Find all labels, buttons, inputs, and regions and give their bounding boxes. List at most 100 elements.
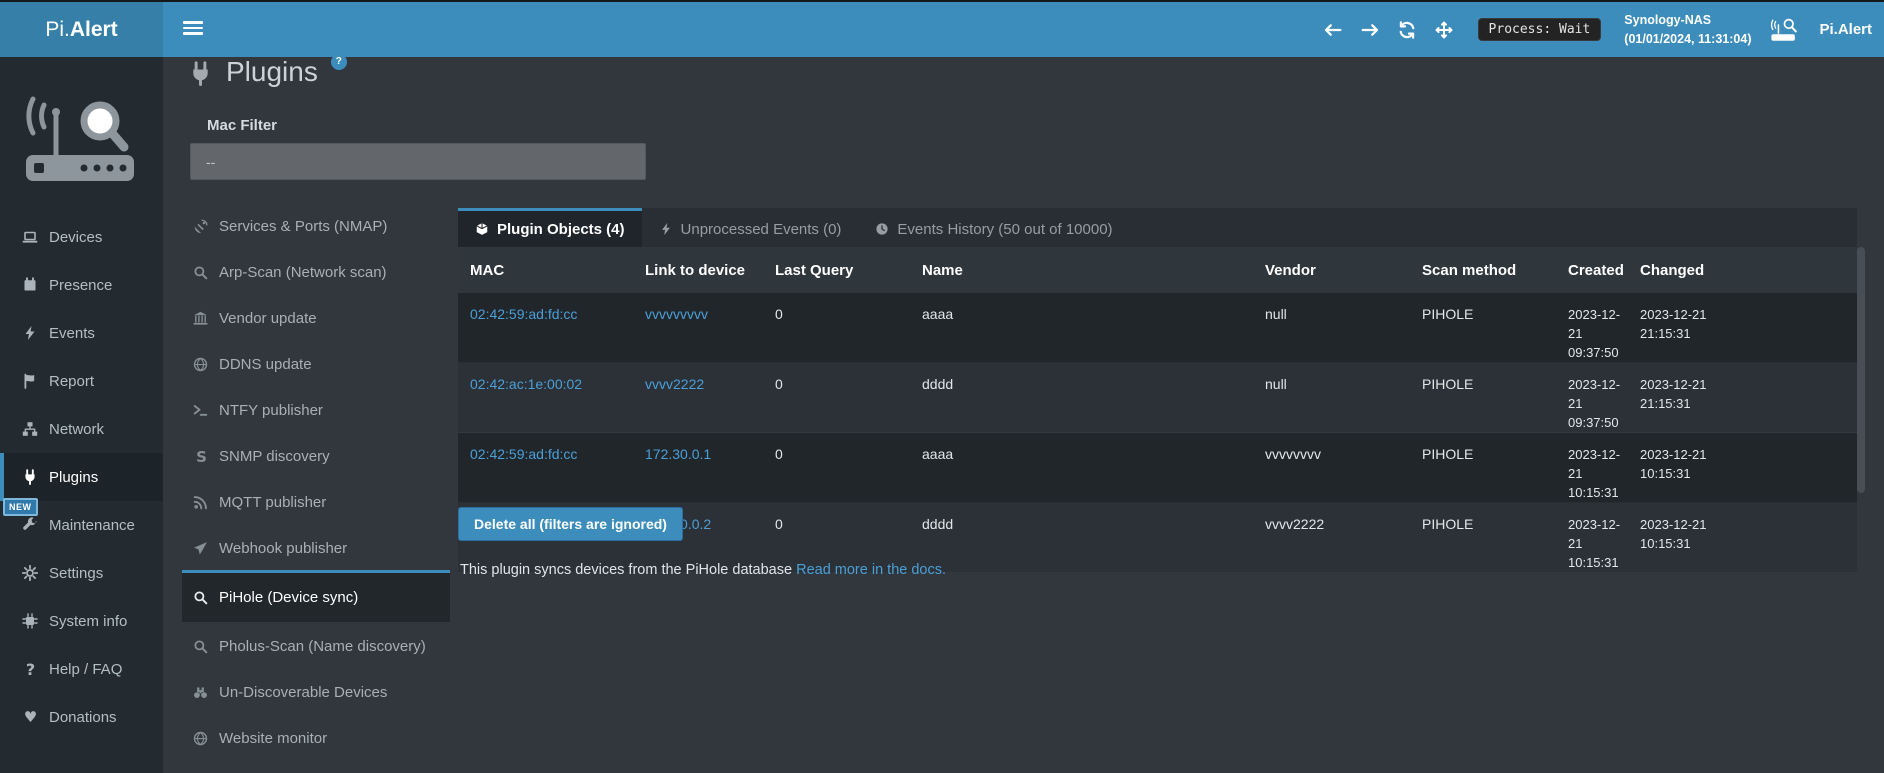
- snmp-icon: S: [193, 448, 210, 466]
- app-logo[interactable]: Pi.Alert: [0, 2, 163, 57]
- chip-icon: [22, 613, 39, 629]
- device-link[interactable]: vvvvvvvvv: [645, 306, 708, 322]
- page-title: Plugins: [226, 56, 318, 88]
- cell-last-query: 0: [763, 433, 910, 503]
- host-name: Synology-NAS: [1624, 11, 1751, 29]
- mac-link[interactable]: 02:42:59:ad:fd:cc: [470, 446, 577, 462]
- arrow-right-icon[interactable]: [1361, 21, 1379, 39]
- plugin-nav-item-ntfy-publisher[interactable]: NTFY publisher: [182, 386, 450, 432]
- move-icon[interactable]: [1435, 21, 1453, 39]
- sidebar-item-presence[interactable]: Presence: [0, 261, 163, 309]
- plugin-nav-item-snmp-discovery[interactable]: SSNMP discovery: [182, 432, 450, 478]
- plug-icon: [188, 61, 213, 86]
- host-info: Synology-NAS (01/01/2024, 11:31:04): [1624, 11, 1751, 47]
- device-link[interactable]: 172.30.0.1: [645, 446, 711, 462]
- sidebar: Devices Presence Events Report Network Plugin…: [0, 57, 163, 773]
- sitemap-icon: [22, 421, 39, 437]
- sidebar-item-label: Settings: [49, 565, 103, 582]
- plug-icon: [22, 469, 39, 485]
- table-header-row: MACLink to deviceLast QueryNameVendorSca…: [458, 247, 1857, 293]
- cell-filler: [1713, 293, 1857, 363]
- delete-all-button[interactable]: Delete all (filters are ignored): [458, 507, 683, 541]
- plugin-nav-item-label: Services & Ports (NMAP): [219, 218, 387, 235]
- hamburger-menu-icon[interactable]: [183, 21, 203, 37]
- sidebar-item-devices[interactable]: Devices: [0, 213, 163, 261]
- router-search-icon: [1770, 17, 1800, 43]
- column-header-vendor: Vendor: [1253, 247, 1410, 293]
- sidebar-item-system-info[interactable]: System info: [0, 597, 163, 645]
- mac-link[interactable]: 02:42:ac:1e:00:02: [470, 376, 582, 392]
- heart-icon: ♥: [22, 708, 39, 726]
- plugin-nav-item-website-monitor[interactable]: Website monitor: [182, 714, 450, 760]
- topbar-nav-icons: [1324, 21, 1453, 39]
- sidebar-item-report[interactable]: Report: [0, 357, 163, 405]
- cell-mac: 02:42:ac:1e:00:02: [458, 363, 633, 433]
- cell-created: 2023-12-21 09:37:50: [1556, 363, 1628, 433]
- sidebar-item-label: Network: [49, 421, 104, 438]
- search-icon: [193, 590, 210, 605]
- cell-mac: 02:42:59:ad:fd:cc: [458, 293, 633, 363]
- cell-link: vvvvvvvvv: [633, 293, 763, 363]
- sidebar-item-label: Events: [49, 325, 95, 342]
- send-icon: [193, 541, 210, 556]
- device-link[interactable]: vvvv2222: [645, 376, 704, 392]
- plugin-nav-item-pihole-device-sync[interactable]: PiHole (Device sync): [182, 570, 450, 622]
- plugin-nav-item-webhook-publisher[interactable]: Webhook publisher: [182, 524, 450, 570]
- plugin-nav-item-un-discoverable-devices[interactable]: Un-Discoverable Devices: [182, 668, 450, 714]
- question-icon: ?: [22, 660, 39, 679]
- sidebar-item-label: Maintenance: [49, 517, 135, 534]
- tab-unprocessed-events[interactable]: Unprocessed Events (0): [642, 208, 859, 247]
- topbar-app-name: Pi.Alert: [1819, 21, 1872, 38]
- terminal-icon: [193, 403, 210, 418]
- cell-changed: 2023-12-21 21:15:31: [1628, 293, 1713, 363]
- cell-last-query: 0: [763, 293, 910, 363]
- table-scrollbar[interactable]: [1857, 247, 1865, 493]
- cell-link: vvvv2222: [633, 363, 763, 433]
- plugin-nav-item-vendor-update[interactable]: Vendor update: [182, 294, 450, 340]
- tab-bar: Plugin Objects (4) Unprocessed Events (0)…: [458, 208, 1857, 247]
- sidebar-item-plugins[interactable]: Plugins: [0, 453, 163, 501]
- cell-name: dddd: [910, 503, 1253, 573]
- sidebar-item-label: Presence: [49, 277, 112, 294]
- table-row: 02:42:ac:1e:00:02vvvv22220ddddnullPIHOLE…: [458, 363, 1857, 433]
- sidebar-item-help-faq[interactable]: ? Help / FAQ: [0, 645, 163, 693]
- plugin-nav-item-pholus-scan-name-discovery[interactable]: Pholus-Scan (Name discovery): [182, 622, 450, 668]
- table-row: 02:42:59:ad:fd:ccvvvvvvvvv0aaaanullPIHOL…: [458, 293, 1857, 363]
- cell-name: dddd: [910, 363, 1253, 433]
- sidebar-item-network[interactable]: Network: [0, 405, 163, 453]
- arrow-left-icon[interactable]: [1324, 21, 1342, 39]
- cell-mac: 02:42:59:ad:fd:cc: [458, 433, 633, 503]
- cell-created: 2023-12-21 10:15:31: [1556, 433, 1628, 503]
- column-header-link-to-device: Link to device: [633, 247, 763, 293]
- plugin-nav-item-arp-scan-network-scan[interactable]: Arp-Scan (Network scan): [182, 248, 450, 294]
- satellite-dish-icon: [193, 219, 210, 234]
- plugin-nav-item-label: Pholus-Scan (Name discovery): [219, 638, 426, 655]
- plugin-nav-item-label: Un-Discoverable Devices: [219, 684, 387, 701]
- cell-changed: 2023-12-21 21:15:31: [1628, 363, 1713, 433]
- sidebar-item-events[interactable]: Events: [0, 309, 163, 357]
- sidebar-item-label: Help / FAQ: [49, 661, 122, 678]
- help-badge[interactable]: ?: [331, 54, 347, 70]
- tab-label: Unprocessed Events (0): [681, 221, 842, 238]
- mac-link[interactable]: 02:42:59:ad:fd:cc: [470, 306, 577, 322]
- sidebar-item-settings[interactable]: Settings: [0, 549, 163, 597]
- plugin-nav-item-label: MQTT publisher: [219, 494, 326, 511]
- cell-scan-method: PIHOLE: [1410, 503, 1556, 573]
- tab-plugin-objects[interactable]: Plugin Objects (4): [458, 208, 642, 247]
- plugin-description-text: This plugin syncs devices from the PiHol…: [460, 562, 792, 578]
- refresh-icon[interactable]: [1398, 21, 1416, 39]
- sidebar-item-label: Devices: [49, 229, 102, 246]
- sidebar-item-donations[interactable]: ♥Donations: [0, 693, 163, 741]
- globe-icon: [193, 357, 210, 372]
- docs-link[interactable]: Read more in the docs.: [796, 562, 946, 578]
- cell-scan-method: PIHOLE: [1410, 433, 1556, 503]
- calendar-icon: [22, 277, 39, 293]
- flag-icon: [22, 373, 39, 389]
- tab-events-history[interactable]: Events History (50 out of 10000): [858, 208, 1129, 247]
- plugin-nav-item-mqtt-publisher[interactable]: MQTT publisher: [182, 478, 450, 524]
- bolt-icon: [659, 222, 673, 236]
- plugin-nav-item-services-ports-nmap[interactable]: Services & Ports (NMAP): [182, 202, 450, 248]
- mac-filter-input[interactable]: [190, 143, 646, 180]
- plugin-nav-item-ddns-update[interactable]: DDNS update: [182, 340, 450, 386]
- column-header-last-query: Last Query: [763, 247, 910, 293]
